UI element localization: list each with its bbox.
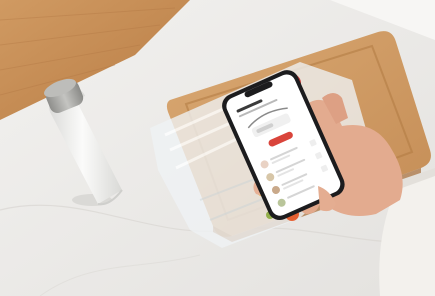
photo-illustration xyxy=(0,0,435,296)
photo xyxy=(0,0,435,296)
